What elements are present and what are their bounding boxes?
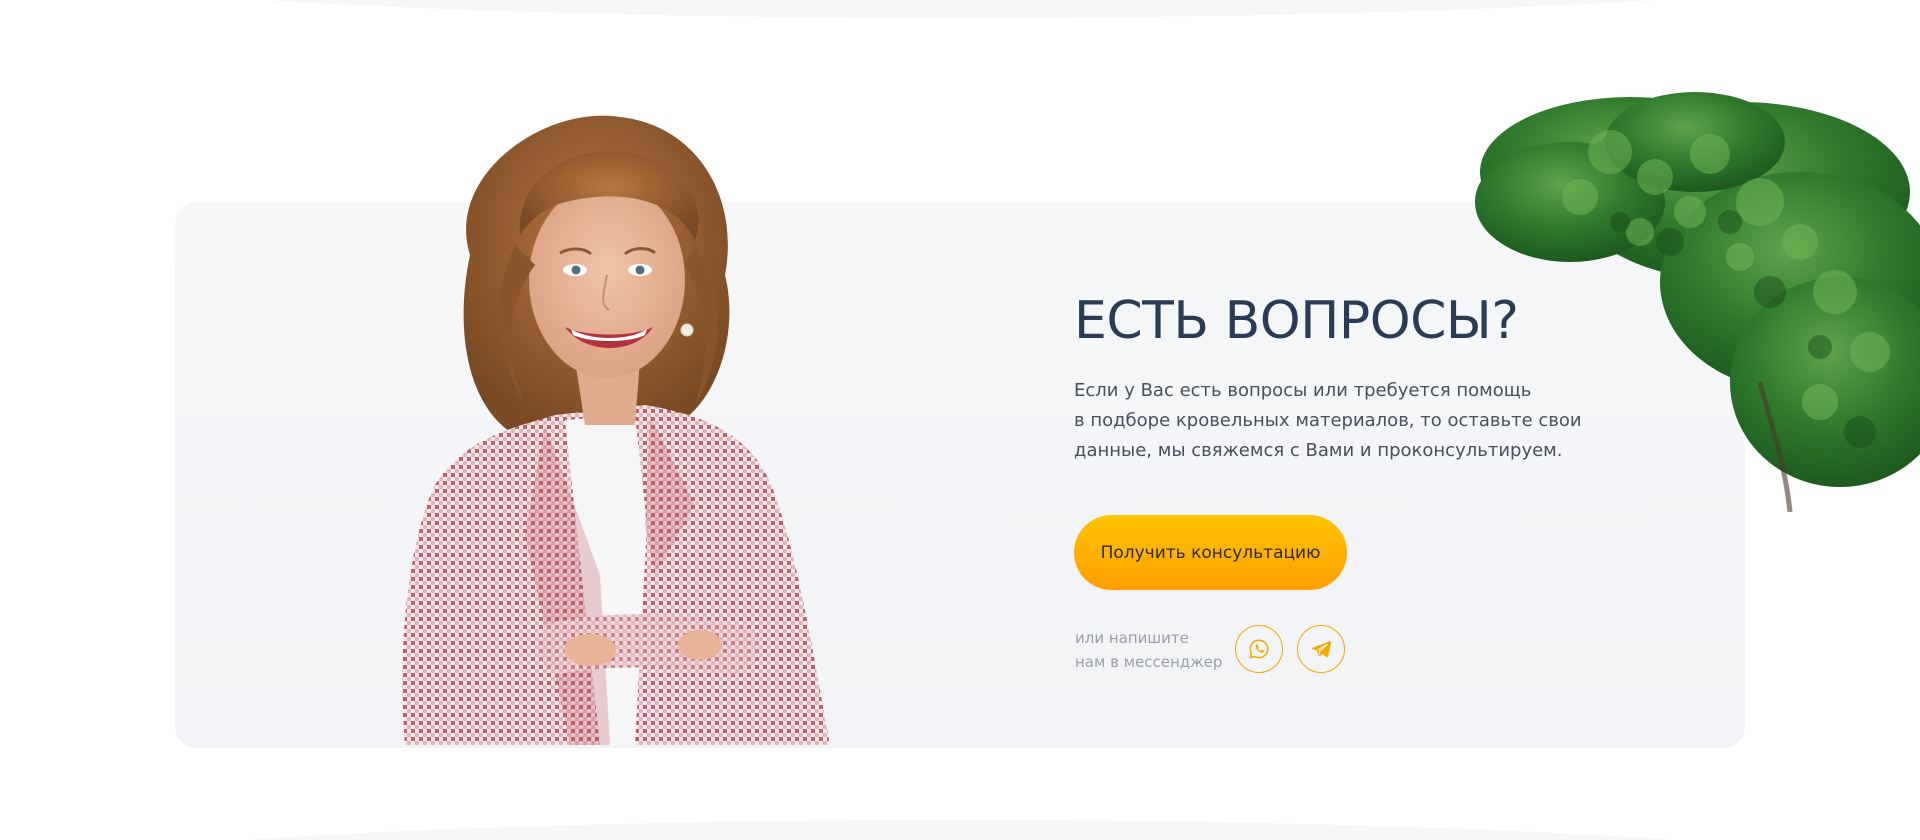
messenger-note: или напишите нам в мессенджер (1075, 626, 1222, 674)
whatsapp-icon (1249, 639, 1269, 659)
consultant-photo (402, 115, 830, 745)
telegram-icon (1311, 641, 1332, 658)
top-wave-divider (0, 0, 1920, 18)
section-description: Если у Вас есть вопросы или требуется по… (1074, 376, 1614, 466)
description-line: Если у Вас есть вопросы или требуется по… (1074, 380, 1532, 401)
bottom-wave-divider (0, 820, 1920, 840)
page: ЕСТЬ ВОПРОСЫ? Если у Вас есть вопросы ил… (0, 0, 1920, 840)
get-consultation-button[interactable]: Получить консультацию (1074, 515, 1347, 590)
telegram-button[interactable] (1297, 625, 1345, 673)
description-line: данные, мы свяжемся с Вами и проконсульт… (1074, 440, 1563, 461)
content-block: ЕСТЬ ВОПРОСЫ? Если у Вас есть вопросы ил… (1074, 290, 1634, 466)
section-title: ЕСТЬ ВОПРОСЫ? (1074, 291, 1519, 351)
whatsapp-button[interactable] (1235, 625, 1283, 673)
messenger-note-line: нам в мессенджер (1075, 653, 1223, 671)
messenger-note-line: или напишите (1075, 629, 1189, 647)
description-line: в подборе кровельных материалов, то оста… (1074, 410, 1582, 431)
